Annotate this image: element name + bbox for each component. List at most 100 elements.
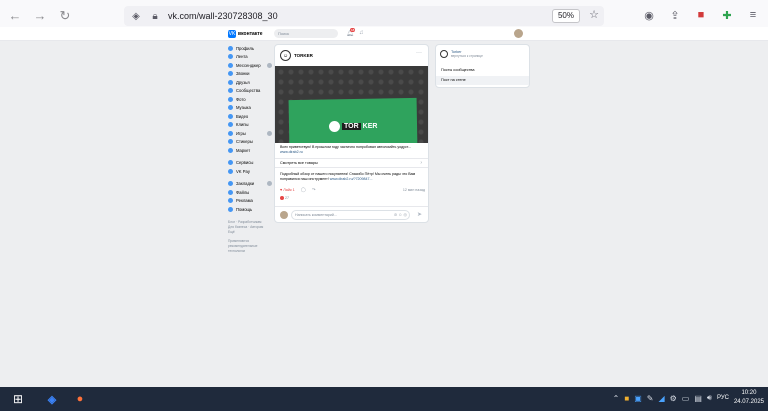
group-link[interactable]: Torker вернуться к странице	[440, 50, 483, 58]
forward-arrow-icon[interactable]: →	[29, 5, 51, 27]
firefox-app-icon[interactable]: ●	[70, 389, 90, 409]
box-logo: TOR KER	[329, 121, 377, 132]
menu-item-label: Помощь	[236, 206, 253, 212]
review-link[interactable]: www.dirab2.ru/?7209847...	[330, 177, 373, 181]
clock[interactable]: 10:20 24.07.2025	[734, 389, 764, 407]
lock-icon[interactable]: 🔒︎	[148, 9, 162, 23]
vk-logo[interactable]: VK вконтакте	[228, 30, 263, 38]
menu-item-clips[interactable]: Клипы	[228, 121, 272, 130]
menu-item-ads[interactable]: Реклама	[228, 197, 272, 206]
tray-network-icon[interactable]: ▤	[694, 394, 702, 403]
post-image[interactable]: TOR KER	[275, 66, 428, 143]
menu-item-vkpay[interactable]: VK Pay	[228, 167, 272, 176]
language-indicator[interactable]: РУС	[717, 395, 729, 401]
goods-row[interactable]: Смотреть все товары ›	[275, 158, 428, 168]
menu-item-label: Сервисы	[236, 160, 254, 166]
url-text[interactable]: vk.com/wall-230728308_30	[168, 11, 278, 21]
menu-item-friends[interactable]: Друзья	[228, 78, 272, 87]
extensions-icon[interactable]: ✚	[718, 6, 736, 24]
system-tray: ⌃ ■ ▣ ✎ ◢ ⚙ ▭ ▤ 🔊︎ РУС 10:20 24.07.2025	[613, 389, 764, 407]
tab-community-posts[interactable]: Посты сообщества	[436, 66, 529, 75]
menu-item-label: Игры	[236, 130, 246, 136]
news-icon	[228, 54, 233, 60]
menu-item-market[interactable]: Маркет	[228, 146, 272, 155]
menu-item-help[interactable]: Помощь	[228, 205, 272, 214]
menu-item-stickers[interactable]: Стикеры	[228, 138, 272, 147]
groups-icon	[228, 88, 233, 94]
user-avatar[interactable]	[514, 29, 523, 38]
menu-item-phone[interactable]: Звонки	[228, 70, 272, 79]
extension-adblock-icon[interactable]: ■	[692, 6, 710, 24]
chevron-right-icon: ›	[420, 160, 422, 166]
like-button[interactable]: ♥ Лайк 1	[280, 188, 295, 192]
menu-item-label: Профиль	[236, 45, 255, 51]
box-logo-text-left: TOR	[342, 123, 361, 130]
attach-emoji-icons[interactable]: ⊘ ☺ ◎	[394, 211, 407, 219]
files-icon	[228, 189, 233, 195]
menu-item-message[interactable]: Мессенджер	[228, 61, 272, 70]
tray-chevron-icon[interactable]: ⌃	[613, 394, 620, 403]
vkpay-icon	[228, 168, 233, 174]
stickers-icon	[228, 139, 233, 145]
menu-item-bookmark[interactable]: Закладки	[228, 180, 272, 189]
windows-taskbar: ⊞ ◈ ● ⌃ ■ ▣ ✎ ◢ ⚙ ▭ ▤ 🔊︎ РУС 10:20 24.07…	[0, 387, 768, 411]
tray-volume-icon[interactable]: 🔊︎	[707, 393, 712, 403]
tray-battery-icon[interactable]: ▭	[682, 394, 690, 403]
send-icon[interactable]: ➤	[417, 211, 422, 218]
post-text-link[interactable]: www.dirab2.ru	[280, 150, 303, 154]
menu-item-services[interactable]: Сервисы	[228, 159, 272, 168]
menu-item-label: Друзья	[236, 79, 250, 85]
vscode-app-icon[interactable]: ◈	[42, 389, 62, 409]
music-note-icon[interactable]: ♫	[359, 30, 364, 36]
post-time[interactable]: 12 мин назад	[403, 188, 425, 192]
menu-item-news[interactable]: Лента	[228, 53, 272, 62]
bookmark-star-icon[interactable]: ☆	[589, 8, 599, 21]
author-avatar[interactable]: ☺	[280, 50, 291, 61]
menu-item-games[interactable]: Игры	[228, 129, 272, 138]
address-bar[interactable]: ◈ 🔒︎ vk.com/wall-230728308_30 50% ☆	[124, 6, 604, 26]
tray-screenshot-icon[interactable]: ▣	[634, 394, 642, 403]
tab-wall-post[interactable]: Пост на стене	[436, 76, 529, 85]
menu-item-label: Лента	[236, 54, 248, 60]
vk-logo-icon: VK	[228, 30, 236, 38]
menu-item-label: Фото	[236, 96, 246, 102]
share-icon[interactable]: ⇪	[666, 6, 684, 24]
menu-item-music[interactable]: Музыка	[228, 104, 272, 113]
menu-item-label: Звонки	[236, 71, 250, 77]
post-text: Всех приветствую! В прошлом году частичн…	[280, 145, 425, 155]
account-icon[interactable]: ◉	[640, 6, 658, 24]
menu-item-groups[interactable]: Сообщества	[228, 87, 272, 96]
like-label: Лайк	[283, 188, 292, 192]
photo-icon	[228, 96, 233, 102]
games-icon	[228, 130, 233, 136]
zoom-level[interactable]: 50%	[551, 9, 580, 23]
comment-input[interactable]: Написать комментарий... ⊘ ☺ ◎	[291, 210, 410, 220]
repost-icon[interactable]: ↷	[312, 187, 316, 193]
menu-item-label: Стикеры	[236, 139, 253, 145]
windows-start-icon[interactable]: ⊞	[8, 389, 28, 409]
menu-item-files[interactable]: Файлы	[228, 188, 272, 197]
menu-item-photo[interactable]: Фото	[228, 95, 272, 104]
tray-app-icon[interactable]: ■	[624, 394, 629, 403]
tray-pen-icon[interactable]: ✎	[647, 394, 654, 403]
menu-item-user[interactable]: Профиль	[228, 44, 272, 53]
post-author[interactable]: TORKER	[294, 53, 313, 58]
comment-icon[interactable]: ◯	[301, 187, 306, 193]
reload-icon[interactable]: ↻	[54, 5, 76, 27]
more-options-icon[interactable]: ···	[416, 50, 422, 56]
shield-icon[interactable]: ◈	[129, 9, 143, 23]
reaction-heart-icon	[280, 196, 284, 200]
comment-placeholder: Написать комментарий...	[295, 213, 337, 217]
menu-item-video[interactable]: Видео	[228, 112, 272, 121]
back-arrow-icon[interactable]: ←	[4, 5, 26, 27]
goods-label: Смотреть все товары	[280, 161, 318, 165]
menu-item-label: Файлы	[236, 189, 250, 195]
likes-summary[interactable]: 27	[280, 196, 289, 200]
group-subtitle: вернуться к странице	[451, 54, 483, 58]
tray-telegram-icon[interactable]: ◢	[658, 394, 664, 403]
vk-header: VK вконтакте Поиск 🔔︎ 18 ♫	[0, 27, 768, 41]
vk-search-input[interactable]: Поиск	[274, 29, 338, 38]
tray-settings-icon[interactable]: ⚙	[670, 394, 677, 403]
likes-total: 27	[285, 196, 289, 200]
menu-icon[interactable]: ≡	[744, 6, 762, 24]
